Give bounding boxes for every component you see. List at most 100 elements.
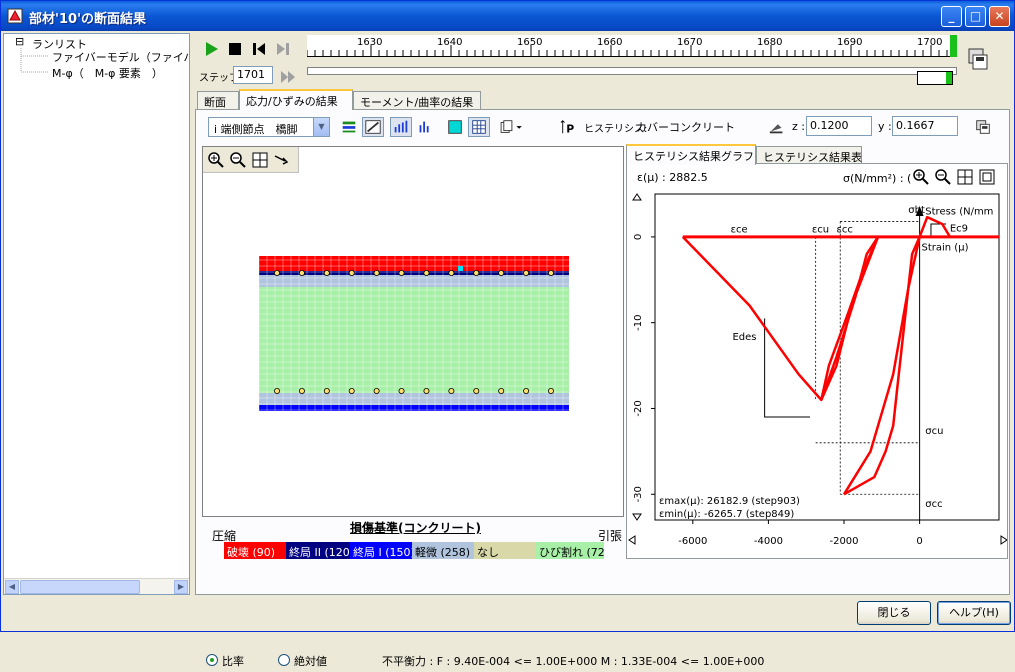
legend-item: 終局 II (120) xyxy=(286,542,350,559)
scroll-left-icon[interactable]: ◀ xyxy=(5,580,19,594)
export-icon[interactable] xyxy=(972,117,994,137)
ratio-label[interactable]: 比率 xyxy=(222,653,244,669)
bar-chart-icon[interactable] xyxy=(390,117,412,137)
zoom-out-icon[interactable] xyxy=(934,168,952,186)
ultimate-layer xyxy=(259,271,569,275)
damage-legend: 損傷基準(コンクリート) 圧縮 引張 破壊 (90) 終局 II (120) 終局 … xyxy=(202,519,624,559)
fiber-section-view[interactable] xyxy=(202,146,624,517)
rebar-bottom xyxy=(298,387,305,394)
stop-icon[interactable] xyxy=(225,39,245,59)
fiber-mesh-icon[interactable] xyxy=(362,117,384,137)
hysteresis-zoom-toolbar xyxy=(912,168,1002,186)
x-tick-label: -6000 xyxy=(678,536,707,547)
absolute-label[interactable]: 絶対値 xyxy=(294,653,327,669)
pick-fiber-icon[interactable] xyxy=(766,117,788,137)
eps-min-label: εmin(μ): -6265.7 (step849) xyxy=(659,509,794,520)
y-tick-label: -10 xyxy=(633,315,644,331)
title-bar[interactable]: 部材'10'の断面結果 _ □ ✕ xyxy=(1,1,1014,31)
chart-annotation: σbt xyxy=(908,205,925,216)
frame-icon[interactable] xyxy=(978,168,996,186)
run-list-tree: ⊟ ランリスト ファイバーモデル（ファイバ M-φ（ M-φ 要素 ） xyxy=(4,34,189,579)
step-input[interactable]: 1701 xyxy=(233,66,273,84)
fit-view-icon[interactable] xyxy=(956,168,974,186)
slider-indicator[interactable] xyxy=(917,71,953,85)
chart-annotation: Strain (μ) xyxy=(922,243,969,254)
chart-annotation: εcc xyxy=(836,225,852,236)
zoom-in-icon[interactable] xyxy=(207,151,225,169)
color-bands-icon[interactable] xyxy=(338,117,360,137)
hysteresis-chart[interactable]: 0 -10 -20 -30 -6000 -4000 -2000 0 σbt εce εcu εcc Ec… xyxy=(627,186,1007,558)
fill-color-icon[interactable] xyxy=(444,117,466,137)
chevron-down-icon[interactable]: ▼ xyxy=(313,118,329,136)
hysteresis-material: カバーコンクリート xyxy=(636,121,735,134)
pan-icon[interactable] xyxy=(273,151,291,169)
node-select[interactable]: i 端側節点 橋脚 ▼ xyxy=(208,117,330,137)
legend-title: 損傷基準(コンクリート) xyxy=(350,521,481,535)
grid-table-icon[interactable] xyxy=(468,117,490,137)
absolute-radio[interactable] xyxy=(278,654,290,666)
maximize-button[interactable]: □ xyxy=(965,6,986,27)
tab-section[interactable]: 断面 xyxy=(197,91,239,110)
light-damage-layer xyxy=(259,275,569,287)
scroll-right-icon[interactable]: ▶ xyxy=(174,580,188,594)
result-pane: ステップ 1701 1630 1640 1650 1660 1670 1680 … xyxy=(193,33,1013,668)
legend-item: 破壊 (90) xyxy=(224,542,286,559)
stress-toolbar: i 端側節点 橋脚 ▼ P ヒステリシス: カバーコンクリート z: 0.12… xyxy=(200,116,1006,140)
zoom-out-icon[interactable] xyxy=(229,151,247,169)
copy-dropdown-icon[interactable] xyxy=(496,117,526,137)
legend-item: なし xyxy=(474,542,536,559)
distribution-icon[interactable] xyxy=(414,117,436,137)
tab-moment-curvature[interactable]: モーメント/曲率の結果 xyxy=(353,91,481,110)
z-coordinate-input[interactable]: 0.1200 xyxy=(806,116,872,136)
rebar-bottom xyxy=(448,387,455,394)
tab-hysteresis-graph[interactable]: ヒステリシス結果グラフ xyxy=(626,144,756,165)
chart-annotation: εce xyxy=(731,225,748,236)
rebar-top xyxy=(274,270,281,277)
help-button[interactable]: ヘルプ(H) xyxy=(937,601,1011,625)
y-label: y : xyxy=(878,120,892,133)
ruler-tick-label: 1670 xyxy=(677,37,703,48)
step-slider[interactable] xyxy=(307,67,957,75)
y-coordinate-input[interactable]: 0.1667 xyxy=(892,116,958,136)
y-tick-label: -30 xyxy=(633,486,644,502)
y-scroll-down-icon xyxy=(632,513,642,521)
tree-item-fiber-model[interactable]: ファイバーモデル（ファイバ xyxy=(52,49,189,65)
step-back-icon[interactable] xyxy=(249,39,269,59)
jump-end-icon[interactable] xyxy=(279,67,299,87)
fit-view-icon[interactable] xyxy=(251,151,269,169)
display-mode-bar: 比率 絶対値 不平衡力 : F : 9.40E-004 <= 1.00E+000… xyxy=(196,650,1014,672)
cover-concrete-top xyxy=(259,256,569,271)
tree-horizontal-scrollbar[interactable]: ◀ ▶ xyxy=(4,578,189,594)
ratio-radio[interactable] xyxy=(206,654,218,666)
rebar-bottom xyxy=(498,387,505,394)
step-player: ステップ 1701 1630 1640 1650 1660 1670 1680 … xyxy=(193,33,1011,89)
scroll-thumb[interactable] xyxy=(20,580,140,594)
close-window-button[interactable]: ✕ xyxy=(989,6,1010,27)
light-damage-layer-bottom xyxy=(259,393,569,405)
legend-items: 破壊 (90) 終局 II (120) 終局 I (150) 軽微 (258) なし ひび… xyxy=(224,542,604,559)
tree-toggle-icon[interactable]: ⊟ xyxy=(15,35,24,48)
step-ruler[interactable]: 1630 1640 1650 1660 1670 1680 1690 1700 xyxy=(307,35,957,57)
zoom-in-icon[interactable] xyxy=(912,168,930,186)
x-scroll-left-icon xyxy=(628,535,636,545)
chart-annotation: Ec9 xyxy=(950,224,968,235)
tab-stress-strain[interactable]: 応力/ひずみの結果 xyxy=(239,89,353,110)
current-step-marker[interactable] xyxy=(950,35,957,57)
svg-text:P: P xyxy=(566,122,574,135)
ruler-tick-label: 1660 xyxy=(597,37,623,48)
chart-annotation: Stress (N/mm xyxy=(925,207,993,218)
export-icon[interactable] xyxy=(963,45,991,73)
step-forward-icon[interactable] xyxy=(273,39,293,59)
x-tick-label: -2000 xyxy=(829,536,858,547)
play-icon[interactable] xyxy=(201,39,221,59)
stress-strain-content: i 端側節点 橋脚 ▼ P ヒステリシス: カバーコンクリート z: 0.12… xyxy=(195,109,1010,668)
rebar-bottom xyxy=(398,387,405,394)
close-button[interactable]: 閉じる xyxy=(857,601,931,625)
tree-item-m-phi[interactable]: M-φ（ M-φ 要素 ） xyxy=(52,65,163,81)
hysteresis-icon[interactable]: P xyxy=(558,117,580,137)
minimize-button[interactable]: _ xyxy=(941,6,962,27)
hysteresis-graph-panel[interactable]: ε(μ) : 2882.5 σ(N/mm²) : ( 0 -10 -20 -30 -60… xyxy=(626,163,1008,559)
rebar-bottom xyxy=(547,387,554,394)
ruler-tick-label: 1700 xyxy=(917,37,943,48)
core-concrete xyxy=(259,287,569,393)
